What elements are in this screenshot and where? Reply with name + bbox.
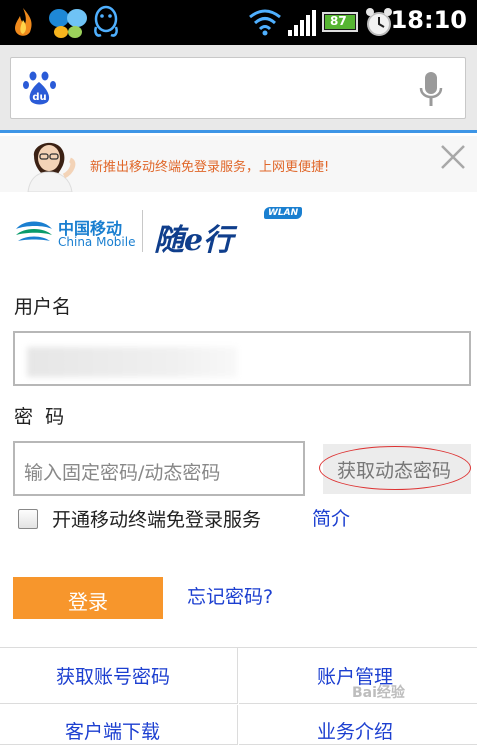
get-dynamic-password-button[interactable]: 获取动态密码 [319,444,471,494]
wifi-icon [249,9,281,36]
password-label: 密 码 [14,406,65,428]
flame-app-icon [15,8,32,36]
butterfly-app-icon [49,9,87,38]
business-intro-link[interactable]: 业务介绍 [239,705,477,745]
service-name: 随e行 [154,223,234,258]
password-placeholder: 输入固定密码/动态密码 [24,462,221,484]
get-account-password-link[interactable]: 获取账号密码 [0,648,238,704]
baidu-logo-text: du [32,92,46,103]
forgot-password-link[interactable]: 忘记密码? [187,582,273,609]
signal-icon [288,10,316,36]
logo-divider [142,210,143,252]
china-mobile-emblem-icon [16,221,52,241]
link-label: 获取账号密码 [56,666,171,688]
password-input[interactable]: 输入固定密码/动态密码 [13,441,305,496]
carrier-name-en: China Mobile [58,235,136,249]
battery-icon: 87 [322,12,358,32]
annotation-ellipse [319,446,471,490]
baidu-watermark: Bai经验 [352,685,405,701]
battery-level: 87 [330,14,347,28]
support-agent-avatar [27,142,76,192]
auto-login-checkbox[interactable] [18,509,38,529]
client-download-link[interactable]: 客户端下载 [0,705,238,745]
login-button-label: 登录 [68,592,108,614]
status-bar: 87 18:10 [0,0,477,45]
close-x-icon[interactable] [440,144,466,170]
intro-link[interactable]: 简介 [312,504,350,531]
status-clock: 18:10 [390,6,467,34]
search-input[interactable]: du [10,57,466,119]
link-grid: 获取账号密码 账户管理 客户端下载 业务介绍 [0,647,477,745]
auto-login-label: 开通移动终端免登录服务 [52,509,262,531]
link-label: 客户端下载 [65,721,161,743]
link-label: 业务介绍 [317,721,394,743]
username-redacted-value [27,347,237,377]
promo-text: 新推出移动终端免登录服务，上网更便捷! [90,160,330,175]
alarm-clock-icon [366,8,392,36]
china-mobile-logo: 中国移动 China Mobile 随e行 WLAN [14,205,314,258]
wlan-badge: WLAN [264,207,303,219]
microphone-icon[interactable] [419,72,443,108]
browser-toolbar: du [0,45,477,133]
login-button[interactable]: 登录 [13,577,163,619]
baidu-paw-logo[interactable]: du [23,70,57,106]
username-input[interactable] [13,331,471,386]
promo-banner[interactable]: 新推出移动终端免登录服务，上网更便捷! [0,136,477,192]
username-label: 用户名 [14,296,72,318]
qq-penguin-icon [94,5,118,37]
